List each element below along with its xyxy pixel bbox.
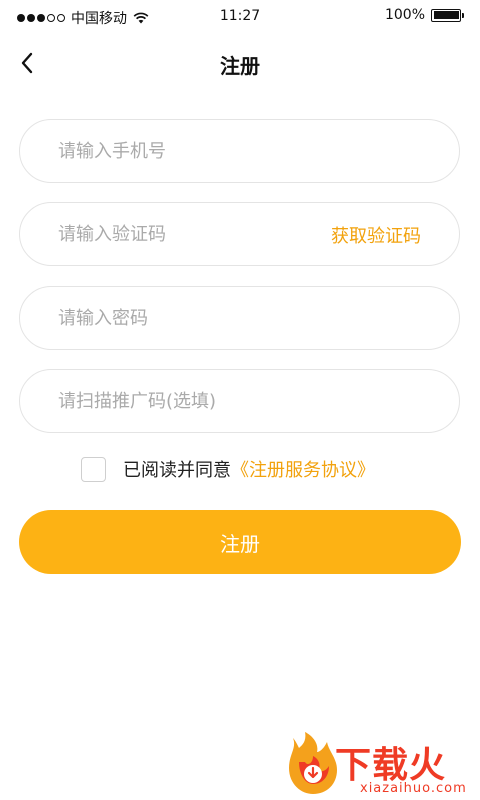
status-right: 100% [384,7,464,23]
register-button[interactable]: 注册 [19,510,461,574]
page-title: 注册 [220,54,260,78]
agreement-row: 已阅读并同意 《注册服务协议》 [81,456,375,482]
phone-input[interactable] [58,120,428,182]
battery-icon [431,8,464,22]
verification-code-field[interactable]: 获取验证码 [19,202,460,266]
password-field[interactable] [19,286,460,350]
watermark-logo: 下载火 xiazaihuo.com [283,732,480,800]
flame-icon [289,732,337,794]
password-input[interactable] [58,287,428,349]
agreement-link[interactable]: 《注册服务协议》 [231,456,375,482]
promo-code-input[interactable] [58,370,428,432]
agreement-checkbox[interactable] [81,456,106,482]
nav-bar: 注册 [0,32,480,94]
promo-code-field[interactable] [19,369,460,433]
status-bar: 中国移动 11:27 100% [0,0,480,32]
watermark-subtitle: xiazaihuo.com [360,781,467,796]
verification-code-input[interactable] [58,203,308,265]
phone-field[interactable] [19,119,460,183]
battery-fill [433,11,459,19]
get-code-button[interactable]: 获取验证码 [331,222,421,248]
battery-percent: 100% [384,7,425,23]
agreement-text: 已阅读并同意 [123,460,231,481]
